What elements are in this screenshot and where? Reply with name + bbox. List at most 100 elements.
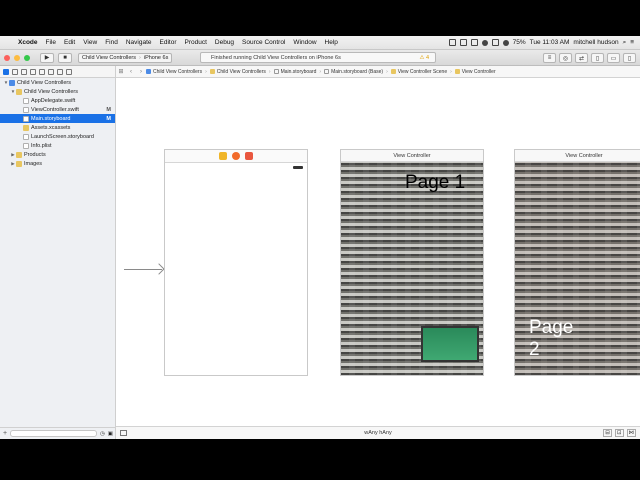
minimize-button[interactable] <box>14 54 20 61</box>
status-icon[interactable] <box>448 39 456 46</box>
breadcrumb-label: Main.storyboard <box>280 68 317 75</box>
utilities-toggle-icon[interactable]: ▯ <box>623 53 636 63</box>
menu-file[interactable]: File <box>42 39 60 46</box>
menu-find[interactable]: Find <box>101 39 122 46</box>
breadcrumb-scene[interactable]: View Controller Scene <box>390 69 447 75</box>
status-icon[interactable] <box>491 39 499 46</box>
menu-help[interactable]: Help <box>321 39 342 46</box>
size-class-control[interactable]: wAny hAny <box>364 430 392 436</box>
recent-files-icon[interactable]: ◷ <box>100 431 105 437</box>
breadcrumb-group[interactable]: Child View Controllers <box>209 68 266 75</box>
notification-center-icon[interactable]: ≡ <box>630 39 634 46</box>
menu-source-control[interactable]: Source Control <box>238 39 289 46</box>
menu-bar: Xcode File Edit View Find Navigate Edito… <box>0 36 640 50</box>
navigator-item[interactable]: Assets.xcassets <box>0 123 115 132</box>
stop-button[interactable]: ■ <box>58 52 72 63</box>
navigator-toggle-icon[interactable]: ▯ <box>591 53 604 63</box>
breadcrumb-file[interactable]: Main.storyboard <box>273 68 317 75</box>
debug-navigator-tab-icon[interactable] <box>48 68 54 75</box>
debug-area-toggle-icon[interactable]: ▭ <box>607 53 620 63</box>
page1-view-controller-scene[interactable]: View Controller Page 1 <box>340 149 484 376</box>
view-controller-icon[interactable] <box>219 152 227 160</box>
menu-window[interactable]: Window <box>289 39 320 46</box>
status-icon[interactable] <box>481 39 488 46</box>
symbol-navigator-tab-icon[interactable] <box>12 68 18 75</box>
navigator-item[interactable]: ▼ Child View Controllers <box>0 87 115 96</box>
navigator-item-label: Child View Controllers <box>24 88 79 95</box>
scm-filter-icon[interactable]: ▣ <box>108 431 113 437</box>
navigator-item[interactable]: LaunchScreen.storyboard <box>0 132 115 141</box>
exit-icon[interactable] <box>245 152 253 160</box>
jump-bar: ⊞ ‹ › Child View Controllers › Child Vie… <box>116 66 640 78</box>
folder-icon <box>16 160 22 167</box>
breadcrumb-controller[interactable]: View Controller <box>454 69 496 75</box>
menu-navigate[interactable]: Navigate <box>122 39 156 46</box>
find-navigator-tab-icon[interactable] <box>21 68 27 75</box>
scheme-selector[interactable]: Child View Controllers › iPhone 6s <box>78 52 173 63</box>
report-navigator-tab-icon[interactable] <box>66 68 72 75</box>
breadcrumb-localization[interactable]: Main.storyboard (Base) <box>324 69 383 75</box>
breadcrumb-label: Main.storyboard (Base) <box>331 68 384 75</box>
navigator-item[interactable]: ▼ Child View Controllers <box>0 78 115 87</box>
navigator-item[interactable]: AppDelegate.swift <box>0 96 115 105</box>
scene-title: View Controller <box>515 150 640 162</box>
document-outline-toggle-icon[interactable] <box>120 430 127 436</box>
version-editor-icon[interactable]: ⇄ <box>575 53 588 63</box>
battery-percent[interactable]: 75% <box>513 39 526 46</box>
menu-product[interactable]: Product <box>180 39 210 46</box>
run-button[interactable]: ▶ <box>40 52 54 63</box>
menu-edit[interactable]: Edit <box>60 39 79 46</box>
add-file-button[interactable]: + <box>3 430 7 437</box>
chevron-right-icon: › <box>268 68 271 75</box>
page1-image-view[interactable]: Page 1 <box>341 162 483 375</box>
page2-label[interactable]: Page 2 <box>529 317 573 360</box>
status-icon[interactable] <box>470 39 478 46</box>
test-navigator-tab-icon[interactable] <box>39 68 45 75</box>
user-name[interactable]: mitchell hudson <box>573 39 618 46</box>
align-icon[interactable]: ⊟ <box>603 429 612 437</box>
page1-label[interactable]: Page 1 <box>405 172 465 194</box>
navigator-item[interactable]: ViewController.swift M <box>0 105 115 114</box>
status-icon[interactable] <box>459 39 467 46</box>
navigator-item[interactable]: ▶ Images <box>0 159 115 168</box>
navigator-item-label: Child View Controllers <box>17 79 72 86</box>
pin-icon[interactable]: ⊡ <box>614 429 624 437</box>
issue-navigator-tab-icon[interactable] <box>30 68 36 75</box>
root-view-controller-scene[interactable] <box>164 149 308 376</box>
related-items-icon[interactable]: ⊞ <box>116 68 126 75</box>
filter-input[interactable] <box>10 430 97 437</box>
menu-view[interactable]: View <box>79 39 101 46</box>
breadcrumb-project[interactable]: Child View Controllers <box>146 69 202 75</box>
navigator-item-label: LaunchScreen.storyboard <box>31 133 94 140</box>
navigator-item[interactable]: ▶ Products <box>0 150 115 159</box>
clock[interactable]: Tue 11:03 AM <box>530 39 570 46</box>
warning-badge[interactable]: ⚠ 4 <box>419 55 429 61</box>
navigator-item[interactable]: Info.plist <box>0 141 115 150</box>
resolve-icon[interactable]: ⋈ <box>626 429 636 437</box>
zoom-button[interactable] <box>24 54 30 61</box>
back-button[interactable]: ‹ <box>126 69 136 75</box>
project-navigator-tab-icon[interactable] <box>3 68 9 75</box>
menu-debug[interactable]: Debug <box>211 39 238 46</box>
menu-xcode[interactable]: Xcode <box>14 39 42 46</box>
menu-editor[interactable]: Editor <box>156 39 181 46</box>
toolbar-right-buttons: ≡ ◎ ⇄ ▯ ▭ ▯ <box>543 53 636 63</box>
storyboard-canvas[interactable]: View Controller Page 1 View Controller P… <box>116 78 640 426</box>
breakpoint-navigator-tab-icon[interactable] <box>57 68 63 75</box>
page2-view-controller-scene[interactable]: View Controller Page 2 <box>514 149 640 376</box>
first-responder-icon[interactable] <box>232 152 240 160</box>
close-button[interactable] <box>4 54 10 61</box>
standard-editor-icon[interactable]: ≡ <box>543 53 556 63</box>
navigator-item[interactable]: Main.storyboard M <box>0 114 115 123</box>
warning-count: 4 <box>425 54 429 61</box>
assistant-editor-icon[interactable]: ◎ <box>559 53 572 63</box>
warning-icon: ⚠ <box>419 54 425 61</box>
breadcrumb-label: Child View Controllers <box>216 68 266 75</box>
forward-button[interactable]: › <box>136 69 146 75</box>
navigator-item-label: Products <box>24 151 46 158</box>
file-icon <box>23 97 29 104</box>
initial-view-controller-arrow[interactable] <box>124 269 162 270</box>
wifi-icon[interactable] <box>502 39 509 46</box>
page2-image-view[interactable]: Page 2 <box>515 162 640 375</box>
spotlight-icon[interactable]: ⌕ <box>623 39 627 47</box>
